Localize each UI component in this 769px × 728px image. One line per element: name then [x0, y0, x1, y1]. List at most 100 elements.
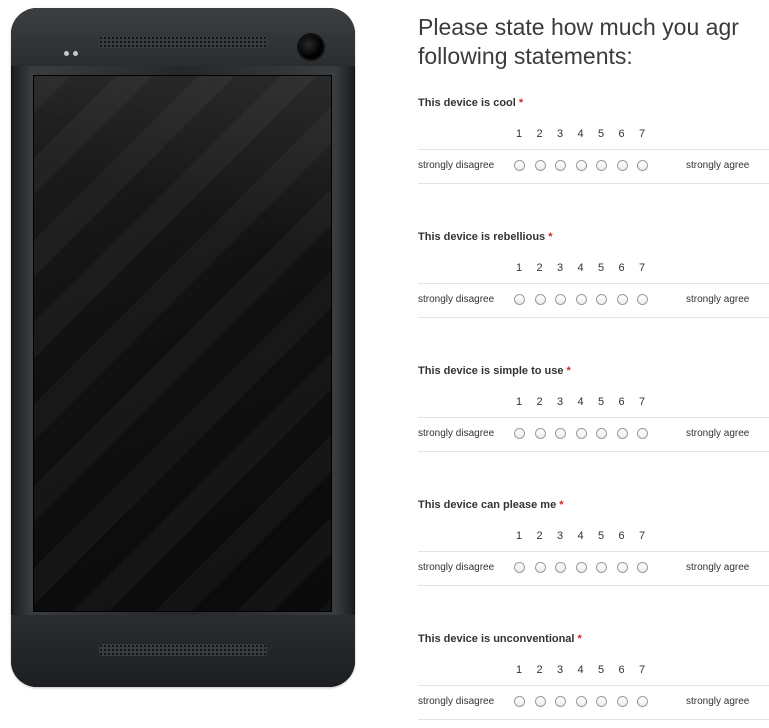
rating-radio-6[interactable]: [616, 160, 628, 171]
rating-scale-row: strongly disagree strongly agree: [418, 695, 769, 711]
scale-number: 1: [515, 128, 523, 140]
rating-radio-7[interactable]: [637, 294, 648, 305]
row-divider: [418, 317, 769, 318]
rating-radio-4[interactable]: [575, 562, 587, 573]
rating-radio-2[interactable]: [534, 562, 546, 573]
question-text: This device can please me: [418, 499, 557, 511]
scale-left-label: strongly disagree: [418, 160, 495, 171]
rating-radio-1[interactable]: [514, 294, 525, 305]
rating-radio-7[interactable]: [637, 160, 648, 171]
scale-number-row: 1 2 3 4 5 6 7: [418, 530, 769, 544]
rating-radio-5[interactable]: [596, 428, 607, 439]
scale-number: 7: [638, 128, 646, 140]
scale-right-label: strongly agree: [686, 696, 750, 707]
rating-radio-4[interactable]: [575, 160, 587, 171]
rating-radio-5[interactable]: [596, 160, 607, 171]
heading-line-2: following statements:: [418, 43, 633, 69]
rating-scale-row: strongly disagree strongly agree: [418, 159, 769, 175]
scale-number: 5: [597, 128, 605, 140]
question-title: This device is rebellious *: [418, 231, 553, 243]
rating-radio-4[interactable]: [575, 294, 587, 305]
rating-radio-2[interactable]: [534, 696, 546, 707]
rating-radio-2[interactable]: [534, 294, 546, 305]
rating-radio-6[interactable]: [616, 696, 628, 707]
scale-left-label: strongly disagree: [418, 294, 495, 305]
scale-left-label: strongly disagree: [418, 428, 495, 439]
required-asterisk: *: [545, 231, 553, 243]
rating-radio-7[interactable]: [637, 428, 648, 439]
rating-scale-row: strongly disagree strongly agree: [418, 293, 769, 309]
row-divider: [418, 149, 769, 150]
scale-number: 2: [536, 262, 543, 274]
rating-radio-3[interactable]: [555, 562, 566, 573]
scale-number-row: 1 2 3 4 5 6 7: [418, 664, 769, 678]
scale-number-row: 1 2 3 4 5 6 7: [418, 128, 769, 142]
required-asterisk: *: [574, 633, 582, 645]
rating-radio-3[interactable]: [555, 160, 566, 171]
rating-radio-6[interactable]: [616, 428, 628, 439]
rating-radio-7[interactable]: [637, 562, 648, 573]
rating-radio-7[interactable]: [637, 696, 648, 707]
rating-radio-1[interactable]: [514, 428, 525, 439]
phone-screen: [34, 76, 331, 611]
row-divider: [418, 551, 769, 552]
question-title: This device is unconventional *: [418, 633, 582, 645]
rating-radio-4[interactable]: [575, 696, 587, 707]
required-asterisk: *: [515, 97, 524, 109]
rating-scale-row: strongly disagree strongly agree: [418, 427, 769, 443]
scale-number: 2: [536, 396, 543, 408]
rating-radio-5[interactable]: [596, 696, 607, 707]
rating-radio-1[interactable]: [514, 696, 525, 707]
scale-number: 6: [618, 396, 625, 408]
scale-number: 7: [638, 262, 646, 274]
heading-line-1: Please state how much you agr: [418, 14, 739, 40]
rating-radio-1[interactable]: [514, 160, 525, 171]
scale-number-row: 1 2 3 4 5 6 7: [418, 396, 769, 410]
rating-radio-2[interactable]: [534, 428, 546, 439]
rating-radio-5[interactable]: [596, 294, 607, 305]
scale-number: 6: [618, 664, 625, 676]
question-title: This device is cool *: [418, 97, 523, 109]
rating-radio-3[interactable]: [555, 696, 566, 707]
top-speaker-grille: [99, 36, 267, 48]
scale-number: 7: [638, 396, 646, 408]
scale-number: 3: [556, 396, 564, 408]
rating-radio-4[interactable]: [575, 428, 587, 439]
question-title: This device is simple to use *: [418, 365, 571, 377]
rating-radio-1[interactable]: [514, 562, 525, 573]
scale-number: 3: [556, 128, 564, 140]
rating-radio-3[interactable]: [555, 428, 566, 439]
row-divider: [418, 585, 769, 586]
scale-number: 4: [577, 396, 584, 408]
question-text: This device is simple to use: [418, 365, 564, 377]
rating-scale-row: strongly disagree strongly agree: [418, 561, 769, 577]
sensor-dots: [64, 51, 80, 56]
scale-number: 2: [536, 128, 543, 140]
scale-number: 5: [597, 530, 605, 542]
scale-number: 4: [577, 262, 584, 274]
question-title: This device can please me *: [418, 499, 564, 511]
scale-number: 3: [556, 262, 564, 274]
rating-radio-3[interactable]: [555, 294, 566, 305]
rating-radio-6[interactable]: [616, 562, 628, 573]
scale-number: 1: [515, 262, 523, 274]
required-asterisk: *: [556, 499, 564, 511]
row-divider: [418, 685, 769, 686]
rating-radio-5[interactable]: [596, 562, 607, 573]
question-text: This device is cool: [418, 97, 516, 109]
scale-left-label: strongly disagree: [418, 696, 495, 707]
scale-number: 3: [556, 530, 564, 542]
scale-number: 6: [618, 530, 625, 542]
scale-number: 1: [515, 664, 523, 676]
scale-number: 1: [515, 530, 523, 542]
survey-heading: Please state how much you agr following …: [418, 13, 769, 71]
rating-radio-6[interactable]: [616, 294, 628, 305]
scale-number: 7: [638, 530, 646, 542]
rating-radio-2[interactable]: [534, 160, 546, 171]
scale-right-label: strongly agree: [686, 562, 750, 573]
row-divider: [418, 183, 769, 184]
scale-number: 5: [597, 262, 605, 274]
scale-number: 6: [618, 128, 625, 140]
question-text: This device is rebellious: [418, 231, 546, 243]
scale-number: 5: [597, 664, 605, 676]
